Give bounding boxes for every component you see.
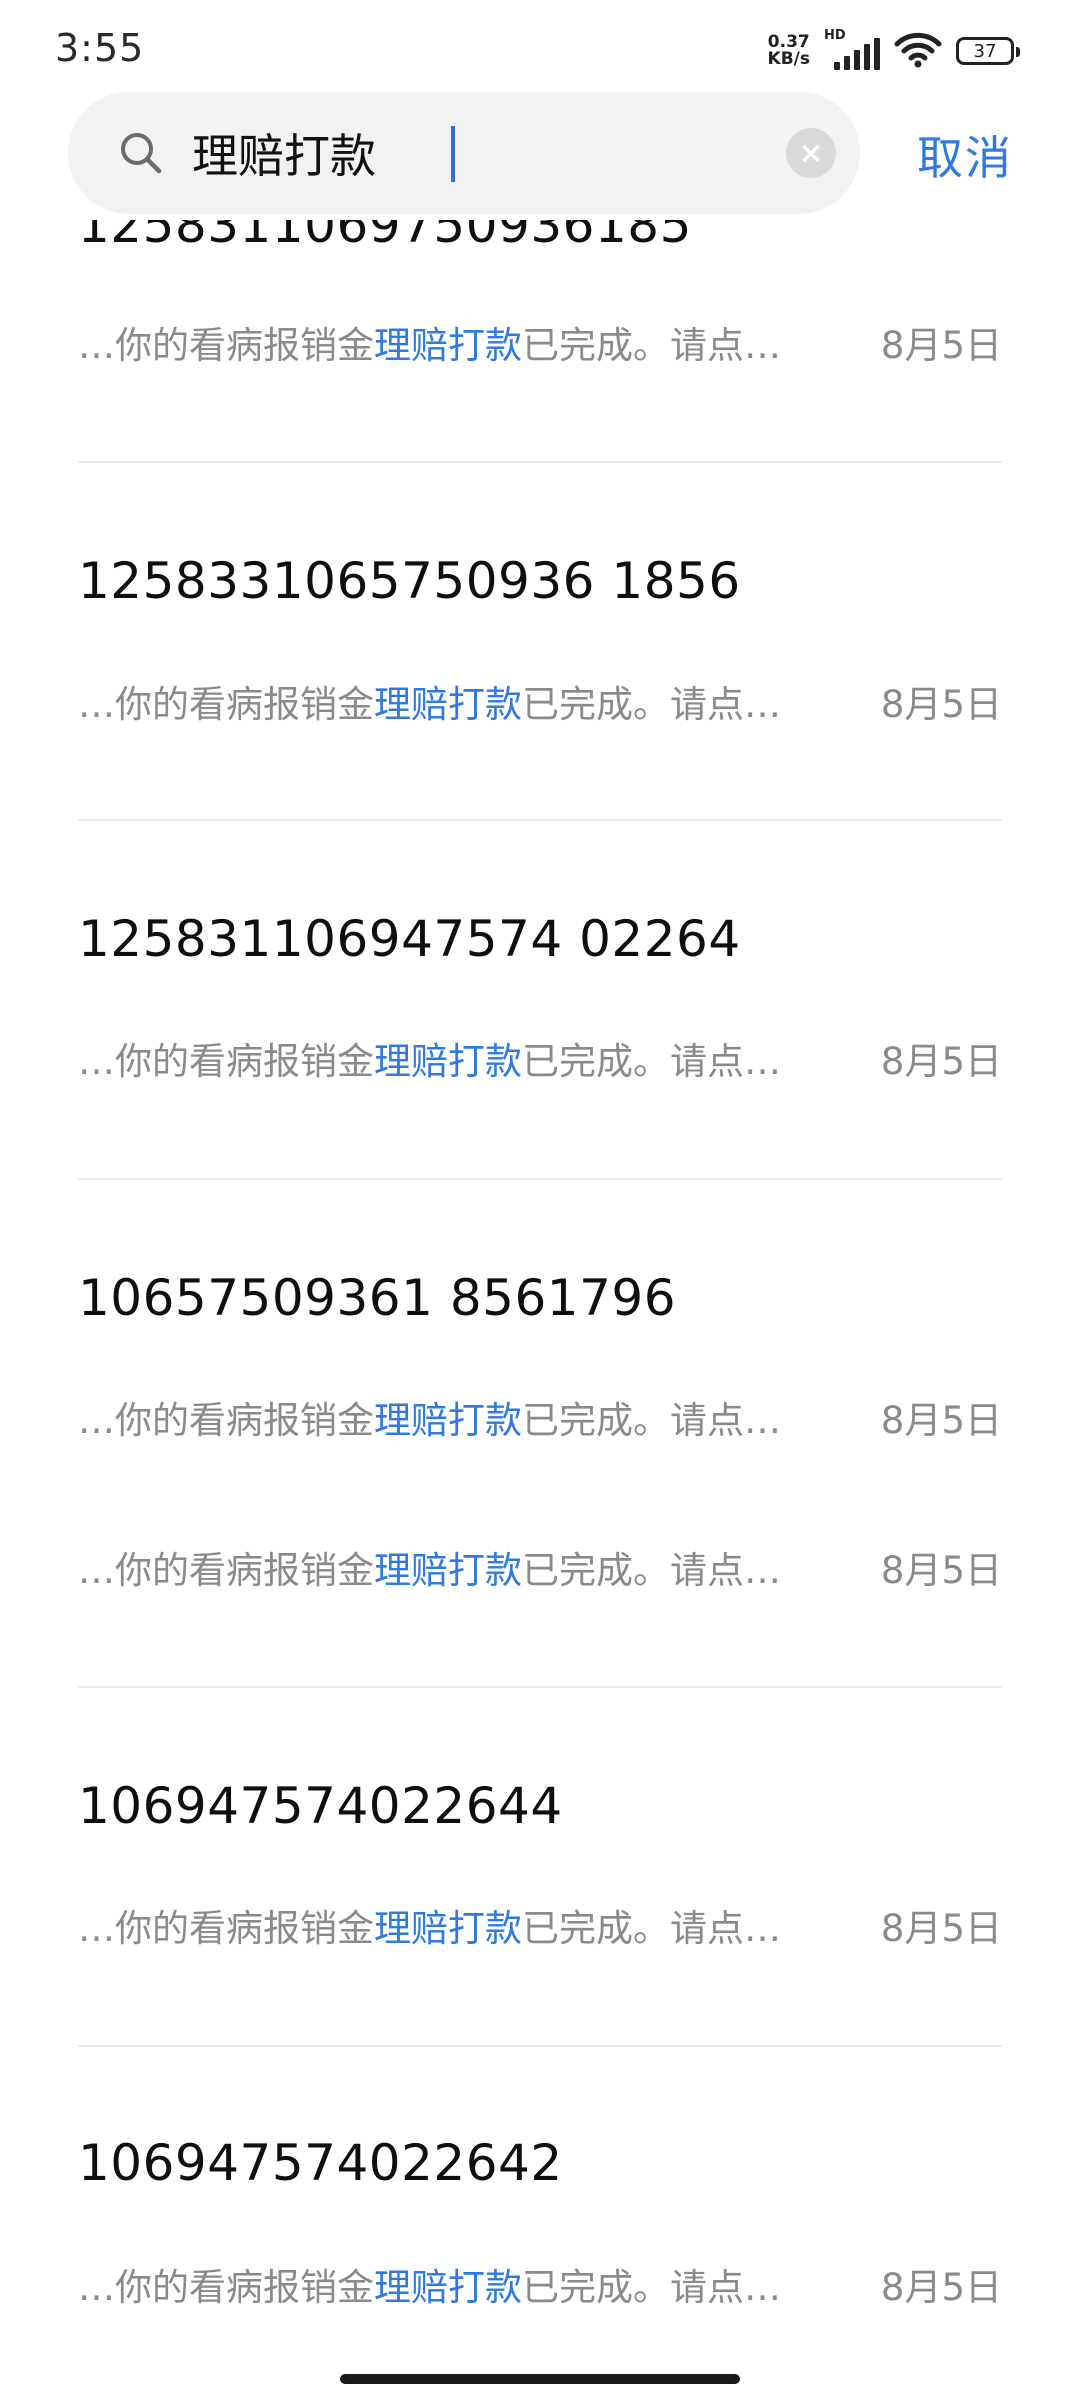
wifi-icon [894,32,942,70]
result-date: 8月5日 [880,1040,1002,1083]
search-box[interactable]: × [68,92,860,214]
snippet-prefix: …你的看病报销金 [78,324,374,367]
snippet-suffix: 已完成。请点… [522,1907,781,1950]
divider [78,2045,1002,2047]
search-results-list: 1258311069750936185 …你的看病报销金 理赔打款 已完成。请点… [0,0,1080,2400]
cancel-button[interactable]: 取消 [917,122,1013,188]
result-snippet: …你的看病报销金 理赔打款 已完成。请点… 8月5日 [78,2256,1002,2312]
result-date: 8月5日 [880,2266,1002,2309]
snippet-prefix: …你的看病报销金 [78,2266,374,2309]
home-indicator[interactable] [340,2374,740,2384]
snippet-suffix: 已完成。请点… [522,683,781,726]
result-snippet: …你的看病报销金 理赔打款 已完成。请点… 8月5日 [78,1030,1002,1086]
text-cursor [451,126,455,182]
divider [78,461,1002,463]
snippet-highlight: 理赔打款 [374,2266,522,2309]
result-snippet-secondary: …你的看病报销金 理赔打款 已完成。请点… 8月5日 [78,1539,1002,1595]
result-date: 8月5日 [880,683,1002,726]
snippet-suffix: 已完成。请点… [522,324,781,367]
result-date: 8月5日 [880,324,1002,367]
result-title: 10657509361 8561796 [78,1269,677,1327]
snippet-suffix: 已完成。请点… [522,1040,781,1083]
result-snippet: …你的看病报销金 理赔打款 已完成。请点… 8月5日 [78,1389,1002,1445]
snippet-suffix: 已完成。请点… [522,2266,781,2309]
result-snippet: …你的看病报销金 理赔打款 已完成。请点… 8月5日 [78,1897,1002,1953]
battery-icon: 37 [956,37,1020,65]
result-snippet: …你的看病报销金 理赔打款 已完成。请点… 8月5日 [78,673,1002,729]
status-bar: 3:55 0.37 KB/s HD 37 [0,0,1080,92]
status-icons: 0.37 KB/s HD 37 [768,28,1020,72]
divider [78,819,1002,821]
result-date: 8月5日 [880,1549,1002,1592]
divider [78,1178,1002,1180]
snippet-highlight: 理赔打款 [374,1907,522,1950]
search-icon [118,130,164,176]
snippet-highlight: 理赔打款 [374,683,522,726]
divider [78,1686,1002,1688]
cellular-signal-icon: HD [824,28,880,70]
search-header: × 取消 [0,92,1080,220]
snippet-prefix: …你的看病报销金 [78,1907,374,1950]
snippet-prefix: …你的看病报销金 [78,1040,374,1083]
result-date: 8月5日 [880,1399,1002,1442]
result-title: 106947574022642 [78,2134,563,2192]
snippet-highlight: 理赔打款 [374,324,522,367]
snippet-prefix: …你的看病报销金 [78,1399,374,1442]
network-speed-indicator: 0.37 KB/s [768,34,810,68]
snippet-prefix: …你的看病报销金 [78,683,374,726]
snippet-suffix: 已完成。请点… [522,1549,781,1592]
status-time: 3:55 [55,26,145,70]
snippet-highlight: 理赔打款 [374,1549,522,1592]
result-title: 125831106947574 02264 [78,910,741,968]
snippet-prefix: …你的看病报销金 [78,1549,374,1592]
result-snippet: …你的看病报销金 理赔打款 已完成。请点… 8月5日 [78,314,1002,370]
search-input[interactable] [192,110,772,196]
result-title: 1258331065750936 1856 [78,552,741,610]
clear-search-button[interactable]: × [786,128,836,178]
result-date: 8月5日 [880,1907,1002,1950]
snippet-highlight: 理赔打款 [374,1040,522,1083]
snippet-suffix: 已完成。请点… [522,1399,781,1442]
network-speed-unit: KB/s [767,49,810,69]
battery-level: 37 [973,40,997,62]
result-title: 106947574022644 [78,1777,563,1835]
snippet-highlight: 理赔打款 [374,1399,522,1442]
